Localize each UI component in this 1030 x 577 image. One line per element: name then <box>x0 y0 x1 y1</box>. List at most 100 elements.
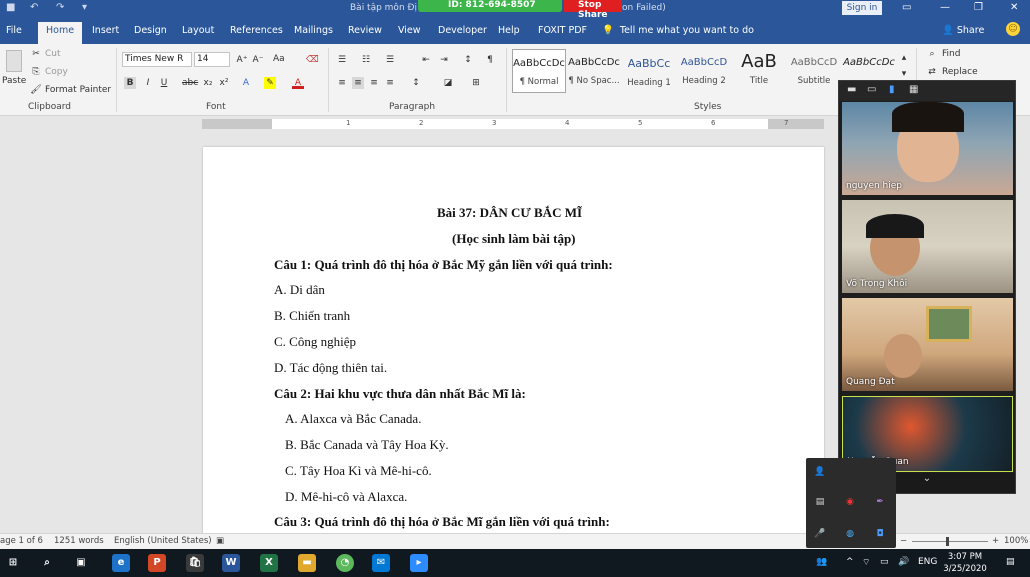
task-view-icon[interactable]: ▣ <box>72 554 90 572</box>
share-screen-icon[interactable]: ▤ <box>812 494 828 510</box>
grow-font-icon[interactable]: A⁺ <box>236 54 248 66</box>
powerpoint-icon[interactable]: P <box>148 554 166 572</box>
show-formatting-marks-icon[interactable]: ¶ <box>484 54 496 66</box>
subscript-icon[interactable]: x₂ <box>202 77 214 89</box>
bullets-icon[interactable]: ☰ <box>336 54 348 66</box>
zoom-stop-share-button[interactable]: Stop Share <box>564 0 622 20</box>
style-heading-2[interactable]: AaBbCcD Heading 2 <box>677 49 731 93</box>
video-tile[interactable]: Quang Đạt <box>842 298 1013 391</box>
people-icon[interactable]: 👥 <box>816 557 827 567</box>
bold-icon[interactable]: B <box>124 77 136 89</box>
clear-formatting-icon[interactable]: ⌫ <box>306 54 319 66</box>
copy-icon[interactable]: ⎘ <box>30 66 42 78</box>
tab-home[interactable]: Home <box>38 22 83 44</box>
tell-me-box[interactable]: 💡 Tell me what you want to do <box>602 25 754 36</box>
paste-icon[interactable] <box>6 50 22 72</box>
tab-review[interactable]: Review <box>348 25 382 36</box>
word-icon[interactable]: W <box>222 554 240 572</box>
sort-icon[interactable]: ↕ <box>462 54 474 66</box>
style-no-spacing[interactable]: AaBbCcDc ¶ No Spac... <box>567 49 621 93</box>
style-subtitle[interactable]: AaBbCcD Subtitle <box>787 49 841 93</box>
style-normal[interactable]: AaBbCcDc ¶ Normal <box>512 49 566 93</box>
ribbon-display-options-icon[interactable]: ▭ <box>902 2 911 13</box>
edge-browser-icon[interactable]: e <box>112 554 130 572</box>
zoom-slider-thumb[interactable] <box>946 537 949 546</box>
zoom-slider[interactable] <box>912 541 988 542</box>
italic-icon[interactable]: I <box>142 77 154 89</box>
feedback-smiley-icon[interactable]: ☺ <box>1006 22 1020 36</box>
zoom-in-icon[interactable]: + <box>992 536 999 546</box>
search-icon[interactable]: ⌕ <box>38 554 56 572</box>
tab-insert[interactable]: Insert <box>92 25 119 36</box>
style-title[interactable]: AaB Title <box>732 49 786 93</box>
video-tile[interactable]: Võ Trọng Khôi <box>842 200 1013 293</box>
wifi-icon[interactable]: ⌔ <box>862 557 870 568</box>
replace-button[interactable]: Replace <box>942 67 978 77</box>
zoom-app-icon[interactable]: ◘ <box>872 526 888 542</box>
find-icon[interactable]: ⌕ <box>926 48 938 60</box>
zoom-meeting-id-bar[interactable]: ID: 812-694-8507 <box>418 0 562 12</box>
tab-design[interactable]: Design <box>134 25 167 36</box>
font-color-icon[interactable]: A <box>292 77 304 89</box>
gallery-view-icon[interactable]: ▦ <box>909 84 918 95</box>
paste-button[interactable]: Paste <box>2 76 26 86</box>
redo-icon[interactable]: ↷ <box>56 2 64 13</box>
style-heading-1[interactable]: AaBbCc Heading 1 <box>622 49 676 93</box>
video-tile[interactable]: nguyen hiep <box>842 102 1013 195</box>
superscript-icon[interactable]: x² <box>218 77 230 89</box>
customize-quick-access-icon[interactable]: ▾ <box>82 2 87 13</box>
page-count[interactable]: age 1 of 6 <box>0 536 43 546</box>
hide-video-icon[interactable]: ▭ <box>867 84 876 95</box>
find-button[interactable]: Find <box>942 49 960 59</box>
tab-mailings[interactable]: Mailings <box>294 25 333 36</box>
word-count[interactable]: 1251 words <box>54 536 104 546</box>
align-right-icon[interactable]: ≡ <box>368 77 380 89</box>
increase-indent-icon[interactable]: ⇥ <box>438 54 450 66</box>
copy-button[interactable]: Copy <box>45 67 68 77</box>
justify-icon[interactable]: ≡ <box>384 77 396 89</box>
excel-icon[interactable]: X <box>260 554 278 572</box>
font-size-field[interactable]: 14 <box>194 52 230 67</box>
numbering-icon[interactable]: ☷ <box>360 54 372 66</box>
highlight-icon[interactable]: ✎ <box>264 77 276 89</box>
chrome-icon[interactable]: ◍ <box>842 526 858 542</box>
change-case-button[interactable]: Aa <box>273 54 285 64</box>
store-icon[interactable]: 🛍 <box>186 554 204 572</box>
restore-icon[interactable]: ❐ <box>974 2 983 13</box>
system-clock[interactable]: 3:07 PM 3/25/2020 <box>940 551 990 575</box>
tray-overflow-icon[interactable]: ^ <box>846 557 854 567</box>
font-name-field[interactable]: Times New R <box>122 52 192 67</box>
remote-control-icon[interactable]: ◉ <box>842 494 858 510</box>
microphone-icon[interactable]: 🎤 <box>812 526 828 542</box>
input-language[interactable]: ENG <box>918 557 937 567</box>
text-effects-icon[interactable]: A <box>240 77 252 89</box>
zoom-taskbar-icon[interactable]: ▸ <box>410 554 428 572</box>
horizontal-ruler[interactable] <box>202 119 824 129</box>
format-painter-icon[interactable]: 🖌 <box>30 84 42 96</box>
align-center-icon[interactable]: ≡ <box>352 77 364 89</box>
save-icon[interactable]: ■ <box>6 2 15 13</box>
undo-icon[interactable]: ↶ <box>30 2 38 13</box>
strikethrough-icon[interactable]: abc <box>182 77 198 89</box>
notifications-icon[interactable]: ▤ <box>1006 557 1015 567</box>
mail-icon[interactable]: ✉ <box>372 554 390 572</box>
annotate-icon[interactable]: ✒ <box>872 494 888 510</box>
windows-start-icon[interactable]: ⊞ <box>4 554 22 572</box>
share-button[interactable]: 👤 Share <box>942 25 984 36</box>
volume-icon[interactable]: 🔊 <box>898 557 909 567</box>
multilevel-list-icon[interactable]: ☰ <box>384 54 396 66</box>
line-spacing-icon[interactable]: ↕ <box>410 77 422 89</box>
replace-icon[interactable]: ⇄ <box>926 66 938 78</box>
minimize-video-icon[interactable]: ▬ <box>847 84 856 95</box>
tab-foxit-pdf[interactable]: FOXIT PDF <box>538 25 587 36</box>
tab-developer[interactable]: Developer <box>438 25 487 36</box>
shrink-font-icon[interactable]: A⁻ <box>252 54 264 66</box>
borders-icon[interactable]: ⊞ <box>470 77 482 89</box>
participant-icon[interactable]: 👤 <box>812 464 828 480</box>
minimize-icon[interactable]: — <box>940 2 950 13</box>
tab-view[interactable]: View <box>398 25 421 36</box>
close-icon[interactable]: ✕ <box>1010 2 1018 13</box>
file-explorer-icon[interactable]: ▬ <box>298 554 316 572</box>
decrease-indent-icon[interactable]: ⇤ <box>420 54 432 66</box>
zoom-out-icon[interactable]: − <box>900 536 907 546</box>
